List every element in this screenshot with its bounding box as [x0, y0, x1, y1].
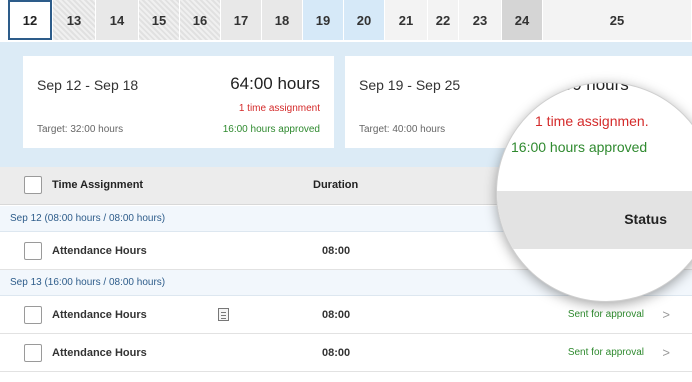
day-cell[interactable]: 22: [428, 0, 458, 40]
magnified-assignment-count: 1 time assignmen.: [535, 113, 649, 129]
row-assignment-name: Attendance Hours: [52, 347, 147, 359]
magnified-approved: 16:00 hours approved: [511, 139, 648, 155]
day-cell[interactable]: 23: [459, 0, 501, 40]
column-header-status[interactable]: Status: [624, 211, 667, 227]
table-row[interactable]: Attendance Hours 08:00 Sent for approval…: [0, 334, 692, 372]
day-group-label: Sep 12 (08:00 hours / 08:00 hours): [10, 213, 166, 224]
day-cell[interactable]: 21: [385, 0, 427, 40]
day-cell[interactable]: 19: [303, 0, 343, 40]
row-status: Sent for approval: [567, 309, 644, 320]
week-assignment-count: 1 time assignment: [238, 103, 320, 114]
day-cell[interactable]: 18: [262, 0, 302, 40]
day-cell[interactable]: 24: [502, 0, 542, 40]
week-range: Sep 12 - Sep 18: [37, 77, 139, 93]
row-checkbox[interactable]: [24, 344, 42, 362]
column-header-duration[interactable]: Duration: [313, 179, 358, 191]
day-cell[interactable]: 20: [344, 0, 384, 40]
row-status: Sent for approval: [567, 347, 644, 358]
day-strip: 12 13 14 15 16 17 18 19 20 21 22 23 24 2…: [8, 0, 692, 42]
row-duration: 08:00: [322, 309, 351, 321]
row-duration: 08:00: [322, 347, 351, 359]
select-all-checkbox[interactable]: [24, 176, 42, 194]
row-assignment-name: Attendance Hours: [52, 245, 147, 257]
row-duration: 08:00: [322, 245, 351, 257]
day-cell[interactable]: 14: [96, 0, 138, 40]
day-cell[interactable]: 13: [53, 0, 95, 40]
week-range: Sep 19 - Sep 25: [359, 77, 461, 93]
column-header-time-assignment[interactable]: Time Assignment: [52, 179, 143, 191]
chevron-right-icon[interactable]: >: [662, 307, 670, 322]
day-cell[interactable]: 25: [543, 0, 691, 40]
magnified-table-header: Status: [497, 191, 692, 249]
week-target: Target: 32:00 hours: [37, 124, 124, 135]
row-checkbox[interactable]: [24, 306, 42, 324]
day-group-label: Sep 13 (16:00 hours / 08:00 hours): [10, 277, 166, 288]
row-assignment-name: Attendance Hours: [52, 309, 147, 321]
document-icon[interactable]: [218, 308, 229, 321]
day-cell[interactable]: 15: [139, 0, 179, 40]
row-checkbox[interactable]: [24, 242, 42, 260]
week-target: Target: 40:00 hours: [359, 124, 446, 135]
chevron-right-icon[interactable]: >: [662, 345, 670, 360]
day-cell[interactable]: 16: [180, 0, 220, 40]
table-row[interactable]: Attendance Hours 08:00 Sent for approval…: [0, 296, 692, 334]
week-total-hours: 64:00 hours: [230, 74, 320, 93]
week-card[interactable]: Sep 12 - Sep 18 64:00 hours 1 time assig…: [23, 56, 334, 148]
day-cell[interactable]: 17: [221, 0, 261, 40]
week-approved: 16:00 hours approved: [222, 124, 320, 135]
day-cell[interactable]: 12: [8, 0, 52, 40]
magnified-week-hours: 16:00 hours: [539, 82, 629, 94]
